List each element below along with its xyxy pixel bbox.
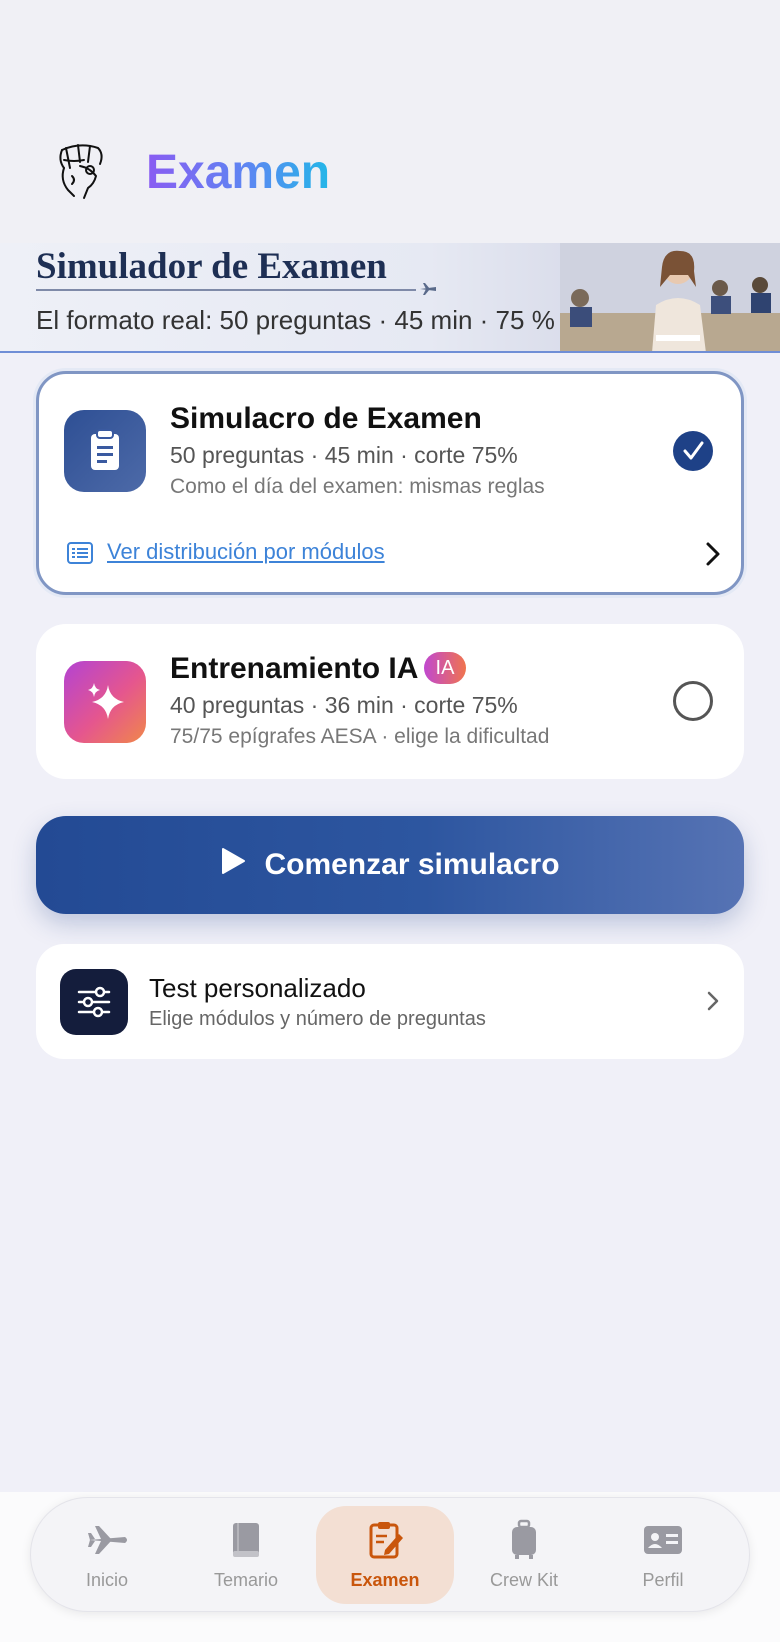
option-title: Simulacro de Examen [170,402,482,435]
chevron-right-icon [706,990,720,1017]
nav-item-inicio[interactable]: Inicio [38,1506,176,1604]
start-simulation-button[interactable]: Comenzar simulacro [36,816,744,914]
exam-icon [369,1522,403,1559]
nav-label: Perfil [642,1570,684,1590]
id-card-icon [644,1526,682,1554]
plane-icon [418,279,438,299]
ai-badge: IA [424,652,466,684]
header: Examen [0,0,780,243]
nav-item-crew-kit[interactable]: Crew Kit [455,1506,593,1604]
custom-test-row[interactable]: Test personalizado Elige módulos y númer… [36,944,744,1059]
banner-title: Simulador de Examen [36,246,387,287]
page-title: Examen [146,146,331,199]
option-meta: 40 preguntas · 36 min · corte 75% [170,692,518,718]
nav-label: Temario [213,1570,279,1590]
option-description: Como el día del examen: mismas reglas [170,475,545,498]
nav-label: Inicio [85,1570,129,1590]
banner-divider [36,289,416,291]
custom-test-subtitle: Elige módulos y número de preguntas [149,1008,486,1030]
option-title: Entrenamiento IA [170,652,419,685]
plane-icon [88,1526,127,1554]
exam-simulation-option[interactable]: Simulacro de Examen 50 preguntas · 45 mi… [36,371,744,595]
exam-simulator-banner: Simulador de Examen El formato real: 50 … [0,243,780,353]
sliders-icon [60,969,128,1035]
nav-item-examen[interactable]: Examen [316,1506,454,1604]
chevron-right-icon [705,541,721,572]
selected-check-icon[interactable] [673,431,713,471]
nav-item-perfil[interactable]: Perfil [594,1506,732,1604]
luggage-icon [512,1519,536,1559]
bottom-nav: Inicio Temario Examen Crew Kit Perfil [30,1497,750,1612]
custom-test-title: Test personalizado [149,973,366,1003]
clipboard-icon [64,410,146,492]
option-description: 75/75 epígrafes AESA · elige la dificult… [170,725,550,748]
radio-unselected[interactable] [673,681,713,721]
pilot-logo-icon [50,140,112,202]
nav-label: Examen [350,1570,420,1590]
sparkles-icon [64,661,146,743]
play-icon [220,847,246,883]
start-button-label: Comenzar simulacro [264,848,560,881]
nav-label: Crew Kit [489,1570,558,1590]
nav-item-temario[interactable]: Temario [177,1506,315,1604]
book-icon [233,1523,259,1557]
banner-subtitle: El formato real: 50 preguntas · 45 min ·… [36,305,555,335]
ai-training-option[interactable]: Entrenamiento IA IA 40 preguntas · 36 mi… [36,624,744,779]
module-distribution-link[interactable]: Ver distribución por módulos [67,537,720,571]
option-meta: 50 preguntas · 45 min · corte 75% [170,442,518,468]
students-illustration [560,243,780,351]
module-distribution-label[interactable]: Ver distribución por módulos [107,539,385,565]
list-icon [67,542,93,569]
